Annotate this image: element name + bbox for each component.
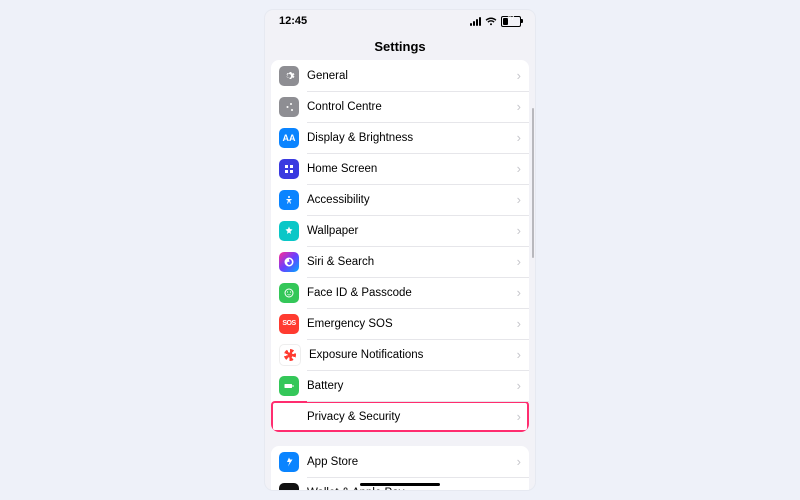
settings-row-general[interactable]: General› (271, 60, 529, 91)
face-icon (279, 283, 299, 303)
chevron-right-icon: › (517, 254, 521, 269)
settings-row-batt[interactable]: Battery› (271, 370, 529, 401)
settings-row-label: Face ID & Passcode (299, 287, 517, 299)
status-bar: 12:45 37 (265, 10, 535, 32)
settings-row-label: Display & Brightness (299, 132, 517, 144)
status-time: 12:45 (279, 15, 307, 27)
nav-bar: Settings (265, 32, 535, 60)
settings-row-label: Accessibility (299, 194, 517, 206)
settings-row-label: Control Centre (299, 101, 517, 113)
textsize-icon: AA (279, 128, 299, 148)
wifi-icon (485, 17, 497, 26)
chevron-right-icon: › (517, 68, 521, 83)
flower-icon (279, 221, 299, 241)
settings-row-exp[interactable]: Exposure Notifications› (271, 339, 529, 370)
home-indicator (360, 483, 440, 486)
person-icon (279, 190, 299, 210)
chevron-right-icon: › (517, 347, 521, 362)
settings-row-label: Wallet & Apple Pay (299, 487, 517, 491)
settings-row-access[interactable]: Accessibility› (271, 184, 529, 215)
chevron-right-icon: › (517, 485, 521, 490)
gear-icon (279, 66, 299, 86)
settings-group: General›Control Centre›AADisplay & Brigh… (271, 60, 529, 432)
chevron-right-icon: › (517, 316, 521, 331)
settings-row-label: Privacy & Security (299, 411, 517, 423)
chevron-right-icon: › (517, 409, 521, 424)
settings-row-label: Wallpaper (299, 225, 517, 237)
settings-row-wall[interactable]: Wallpaper› (271, 215, 529, 246)
grid-icon (279, 159, 299, 179)
settings-row-face[interactable]: Face ID & Passcode› (271, 277, 529, 308)
chevron-right-icon: › (517, 192, 521, 207)
wallet-icon (279, 483, 299, 491)
chevron-right-icon: › (517, 99, 521, 114)
settings-row-sos[interactable]: SOSEmergency SOS› (271, 308, 529, 339)
settings-row-store[interactable]: App Store› (271, 446, 529, 477)
sos-icon: SOS (279, 314, 299, 334)
settings-row-label: App Store (299, 456, 517, 468)
cellular-signal-icon (470, 17, 481, 26)
chevron-right-icon: › (517, 130, 521, 145)
hand-icon (279, 407, 299, 427)
battery-icon (279, 376, 299, 396)
settings-row-control[interactable]: Control Centre› (271, 91, 529, 122)
page-title: Settings (374, 39, 425, 54)
settings-row-label: Home Screen (299, 163, 517, 175)
scroll-indicator (532, 108, 534, 258)
status-right: 37 (470, 16, 521, 27)
settings-row-home[interactable]: Home Screen› (271, 153, 529, 184)
battery-percent: 37 (502, 16, 520, 22)
battery-icon: 37 (501, 16, 521, 27)
chevron-right-icon: › (517, 285, 521, 300)
appstore-icon (279, 452, 299, 472)
settings-row-label: Battery (299, 380, 517, 392)
settings-row-display[interactable]: AADisplay & Brightness› (271, 122, 529, 153)
settings-scroll[interactable]: General›Control Centre›AADisplay & Brigh… (265, 60, 535, 490)
exposure-icon (279, 344, 301, 366)
settings-row-label: Exposure Notifications (301, 349, 517, 361)
chevron-right-icon: › (517, 161, 521, 176)
chevron-right-icon: › (517, 454, 521, 469)
sliders-icon (279, 97, 299, 117)
settings-row-label: Emergency SOS (299, 318, 517, 330)
settings-row-privacy[interactable]: Privacy & Security› (271, 401, 529, 432)
settings-row-label: Siri & Search (299, 256, 517, 268)
settings-row-label: General (299, 70, 517, 82)
chevron-right-icon: › (517, 223, 521, 238)
phone-frame: 12:45 37 Settings General›Control Centre… (265, 10, 535, 490)
siri-icon (279, 252, 299, 272)
chevron-right-icon: › (517, 378, 521, 393)
settings-row-siri[interactable]: Siri & Search› (271, 246, 529, 277)
